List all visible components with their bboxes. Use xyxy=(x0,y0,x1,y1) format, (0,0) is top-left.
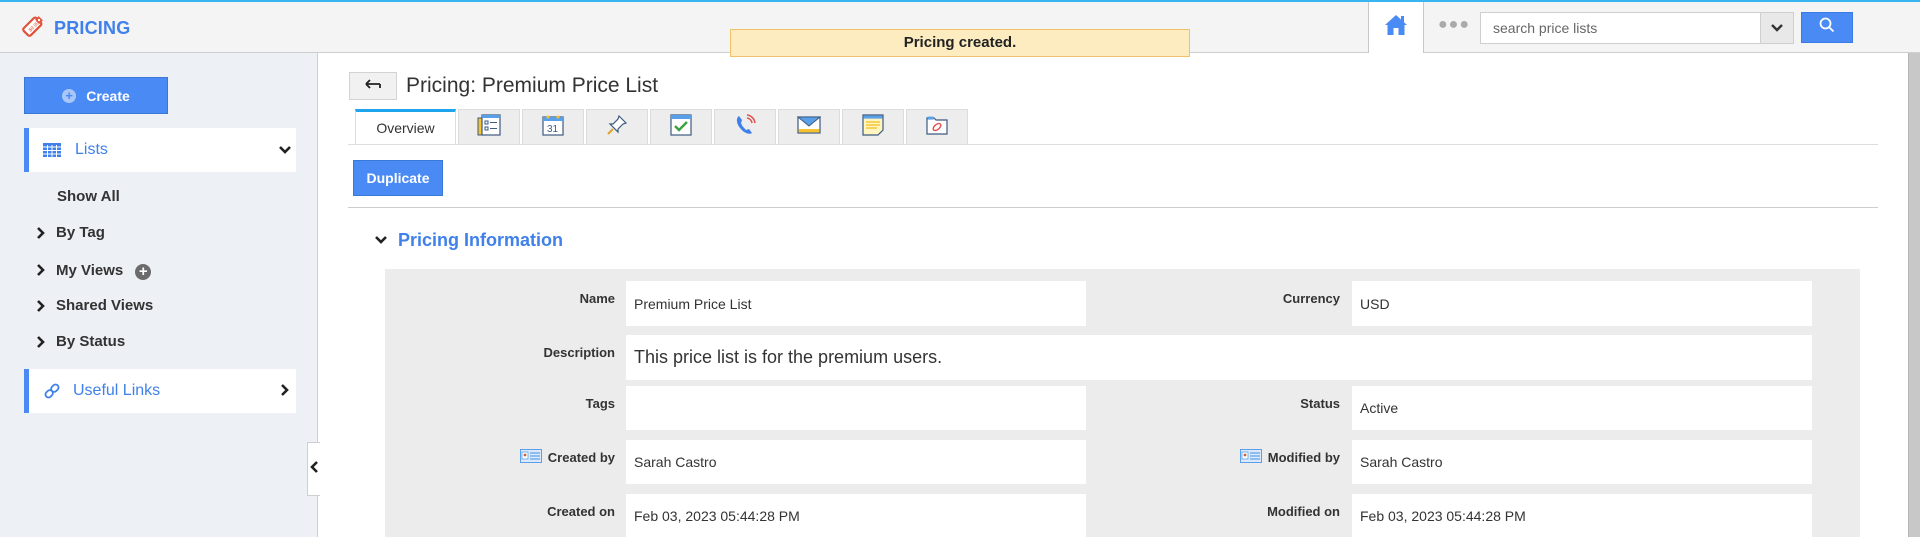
search-box xyxy=(1480,12,1794,44)
tab-phone[interactable] xyxy=(714,109,776,144)
section-title: Pricing Information xyxy=(398,230,564,250)
sidebar-lists-label: Lists xyxy=(75,141,108,158)
create-button[interactable]: + Create xyxy=(24,77,168,114)
field-label-text: Created by xyxy=(547,449,615,465)
sidebar-item-label: By Status xyxy=(56,333,126,350)
field-currency[interactable]: USD xyxy=(1352,281,1812,326)
field-label-created-by: Created by xyxy=(470,448,615,466)
tabs-underline xyxy=(348,144,1878,145)
tab-label: Overview xyxy=(376,120,435,136)
page-title: Pricing: Premium Price List xyxy=(406,74,659,97)
details-icon xyxy=(477,113,501,141)
table-icon xyxy=(43,143,61,157)
page-scrollbar[interactable] xyxy=(1908,53,1920,537)
section-header-pricing-information[interactable]: Pricing Information xyxy=(374,230,563,251)
contact-card-icon xyxy=(1239,448,1262,466)
sidebar-collapse-button[interactable] xyxy=(307,442,320,496)
create-label: Create xyxy=(86,87,130,104)
field-description[interactable]: This price list is for the premium users… xyxy=(626,335,1812,380)
price-tag-icon: $9.99 xyxy=(20,13,46,44)
notes-icon xyxy=(862,113,884,141)
field-label-tags: Tags xyxy=(585,395,615,411)
tab-notes[interactable] xyxy=(842,109,904,144)
sidebar-item-show-all[interactable]: Show All xyxy=(57,188,120,205)
search-input[interactable] xyxy=(1481,13,1760,43)
sidebar-item-label: Show All xyxy=(57,188,120,205)
field-label-text: Modified by xyxy=(1267,449,1340,465)
chevron-down-icon xyxy=(1771,19,1783,37)
sidebar: + Create Lists Show All By Tag My Views … xyxy=(0,53,318,537)
add-view-icon[interactable]: + xyxy=(135,264,152,280)
field-tags[interactable] xyxy=(626,386,1086,430)
chevron-down-icon xyxy=(278,142,292,160)
field-label-modified-on: Modified on xyxy=(1267,503,1340,519)
field-label-created-on: Created on xyxy=(547,503,615,519)
tab-overview[interactable]: Overview xyxy=(355,109,456,144)
tab-attachments[interactable] xyxy=(906,109,968,144)
search-button[interactable] xyxy=(1801,12,1853,43)
field-name[interactable]: Premium Price List xyxy=(626,281,1086,326)
field-label-status: Status xyxy=(1300,395,1340,411)
contact-card-icon xyxy=(519,448,542,466)
sidebar-item-label: My Views xyxy=(56,261,124,279)
record-tabs: Overview 31 xyxy=(355,109,968,144)
chevron-right-icon xyxy=(36,335,50,349)
sidebar-item-by-status[interactable]: By Status xyxy=(36,333,125,350)
field-label-description: Description xyxy=(543,344,615,360)
back-button[interactable] xyxy=(349,72,397,100)
app-title: PRICING xyxy=(54,18,131,38)
chevron-right-icon xyxy=(280,383,290,402)
tab-pin[interactable] xyxy=(586,109,648,144)
chevron-left-icon xyxy=(309,460,319,479)
svg-text:31: 31 xyxy=(547,124,559,135)
home-icon xyxy=(1384,14,1408,41)
back-arrow-icon xyxy=(364,77,382,95)
search-icon xyxy=(1819,17,1835,38)
sidebar-item-label: Shared Views xyxy=(56,297,154,314)
sidebar-item-by-tag[interactable]: By Tag xyxy=(36,224,105,241)
sidebar-useful-links-label: Useful Links xyxy=(73,382,161,399)
chevron-down-icon xyxy=(374,232,388,250)
chevron-right-icon xyxy=(36,226,50,240)
home-button[interactable] xyxy=(1368,2,1424,53)
chevron-right-icon xyxy=(36,263,50,277)
notification-toast: Pricing created. xyxy=(730,29,1190,57)
field-created-on[interactable]: Feb 03, 2023 05:44:28 PM xyxy=(626,494,1086,538)
pin-icon xyxy=(606,114,628,141)
sidebar-lists-header[interactable]: Lists xyxy=(24,128,296,172)
phone-icon xyxy=(734,113,756,141)
field-label-currency: Currency xyxy=(1282,290,1340,306)
search-dropdown-button[interactable] xyxy=(1760,13,1793,43)
field-created-by[interactable]: Sarah Castro xyxy=(626,440,1086,484)
tab-calendar[interactable]: 31 xyxy=(522,109,584,144)
plus-circle-icon: + xyxy=(62,88,77,103)
more-dots-icon[interactable]: ●●● xyxy=(1438,16,1470,34)
email-icon xyxy=(796,115,822,139)
divider xyxy=(348,207,1878,208)
sidebar-item-label: By Tag xyxy=(56,224,105,241)
sidebar-item-shared-views[interactable]: Shared Views xyxy=(36,297,153,314)
tab-task[interactable] xyxy=(650,109,712,144)
tab-details[interactable] xyxy=(458,109,520,144)
duplicate-button[interactable]: Duplicate xyxy=(353,160,443,196)
sidebar-item-my-views[interactable]: My Views + xyxy=(36,260,152,280)
tab-email[interactable] xyxy=(778,109,840,144)
calendar-icon: 31 xyxy=(542,114,564,141)
field-modified-on[interactable]: Feb 03, 2023 05:44:28 PM xyxy=(1352,494,1812,538)
attachment-icon xyxy=(926,115,948,140)
field-label-name: Name xyxy=(579,290,615,306)
field-label-modified-by: Modified by xyxy=(1190,448,1340,466)
field-status[interactable]: Active xyxy=(1352,386,1812,430)
field-modified-by[interactable]: Sarah Castro xyxy=(1352,440,1812,484)
chevron-right-icon xyxy=(36,299,50,313)
sidebar-useful-links[interactable]: Useful Links xyxy=(24,369,296,413)
app-logo[interactable]: $9.99 PRICING xyxy=(20,13,130,44)
link-icon xyxy=(43,382,61,400)
task-icon xyxy=(670,113,692,141)
